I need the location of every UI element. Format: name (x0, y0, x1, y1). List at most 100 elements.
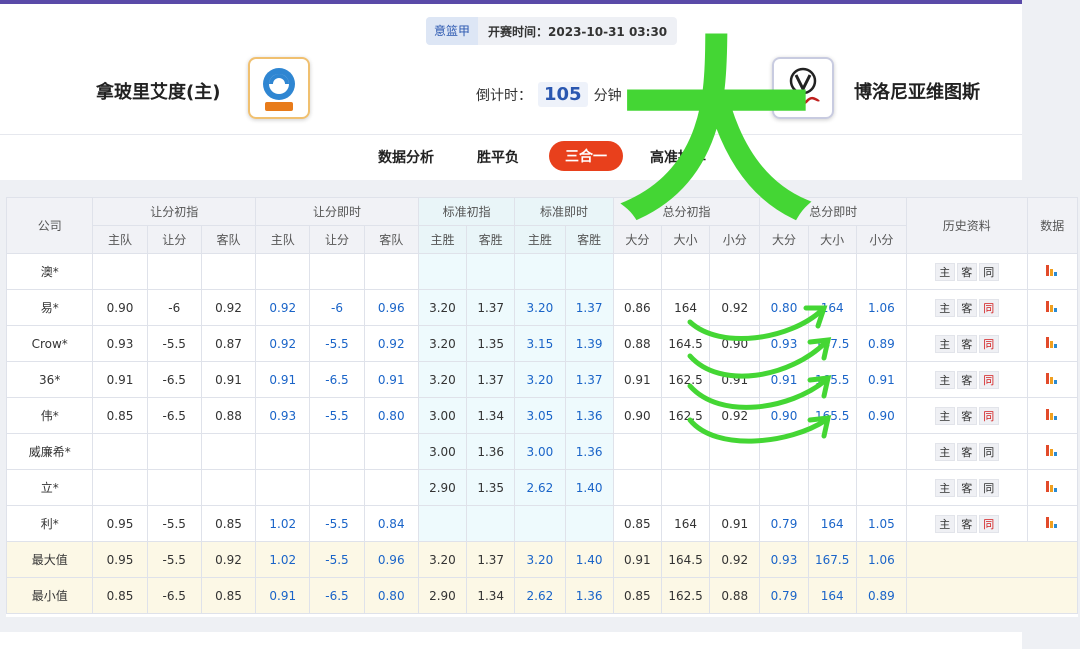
summary-label: 最小值 (5, 577, 94, 614)
cell-total-init: 162.5 (660, 577, 711, 614)
cell-standard-now (564, 253, 614, 290)
cell-total-init (660, 253, 711, 290)
subcol-standard-now-1: 客胜 (564, 225, 614, 254)
cell-handicap-now: 0.92 (255, 289, 311, 326)
history-same-button[interactable]: 同 (978, 370, 999, 389)
bar-chart-icon[interactable] (1046, 372, 1058, 384)
history-same-button[interactable]: 同 (978, 406, 999, 425)
bar-chart-icon[interactable] (1046, 444, 1058, 456)
countdown-label: 倒计时： (476, 87, 532, 104)
cell-total-now: 0.89 (855, 325, 908, 362)
history-home-button[interactable]: 主 (934, 478, 955, 497)
company-name[interactable]: 立* (5, 469, 94, 506)
data-chart-cell[interactable] (1026, 253, 1079, 290)
home-team-logo[interactable] (248, 57, 310, 119)
table-row[interactable]: 36* 0.91 -6.5 0.91 0.91 -6.5 0.91 3.20 1.37 3.20 1… (5, 361, 1079, 398)
data-chart-cell[interactable] (1026, 325, 1079, 362)
table-row[interactable]: 立* 2.90 1.35 2.62 1.40 主客同 (5, 469, 1079, 506)
cell-standard-init: 3.00 (417, 433, 468, 470)
cell-handicap-init: 0.95 (92, 505, 148, 542)
cell-total-init: 0.88 (709, 577, 761, 614)
history-same-button[interactable]: 同 (978, 298, 999, 317)
bar-chart-icon[interactable] (1046, 264, 1058, 276)
history-home-button[interactable]: 主 (934, 334, 955, 353)
tab-three-in-one[interactable]: 三合一 (549, 141, 623, 171)
cell-standard-now (514, 505, 566, 542)
company-name[interactable]: 利* (5, 505, 94, 542)
bar-chart-icon[interactable] (1046, 408, 1058, 420)
history-away-button[interactable]: 客 (956, 262, 977, 281)
cell-standard-init: 2.90 (417, 577, 468, 614)
data-chart-cell[interactable] (1026, 469, 1079, 506)
history-same-button[interactable]: 同 (978, 334, 999, 353)
cell-total-init (612, 433, 662, 470)
history-away-button[interactable]: 客 (956, 442, 977, 461)
table-row[interactable]: 伟* 0.85 -6.5 0.88 0.93 -5.5 0.80 3.00 1.34 3.05 1.… (5, 397, 1079, 434)
history-same-button[interactable]: 同 (978, 442, 999, 461)
history-away-button[interactable]: 客 (956, 406, 977, 425)
cell-handicap-init: -6 (146, 289, 202, 326)
cell-handicap-init (92, 469, 148, 506)
cell-standard-init: 1.37 (466, 361, 516, 398)
history-away-button[interactable]: 客 (956, 478, 977, 497)
table-row[interactable]: 易* 0.90 -6 0.92 0.92 -6 0.96 3.20 1.37 3.20 1.37 0.… (5, 289, 1079, 326)
history-away-button[interactable]: 客 (956, 370, 977, 389)
company-name[interactable]: 威廉希* (5, 433, 94, 470)
cell-handicap-now (255, 253, 311, 290)
history-same-button[interactable]: 同 (978, 514, 999, 533)
cell-total-now: 164 (807, 289, 857, 326)
company-name[interactable]: 澳* (5, 253, 94, 290)
data-chart-cell[interactable] (1026, 361, 1079, 398)
table-row[interactable]: 澳* 主客同 (5, 253, 1079, 290)
company-name[interactable]: 伟* (5, 397, 94, 434)
company-name[interactable]: Crow* (5, 325, 94, 362)
table-row[interactable]: Crow* 0.93 -5.5 0.87 0.92 -5.5 0.92 3.20 1.35 3.1… (5, 325, 1079, 362)
data-chart-cell[interactable] (1026, 397, 1079, 434)
cell-handicap-init (92, 433, 148, 470)
history-home-button[interactable]: 主 (934, 370, 955, 389)
cell-total-init: 0.86 (612, 289, 662, 326)
subcol-total-now-2: 小分 (855, 225, 908, 254)
history-home-button[interactable]: 主 (934, 298, 955, 317)
cell-total-init: 164 (660, 505, 711, 542)
history-away-button[interactable]: 客 (956, 298, 977, 317)
cell-total-now: 0.91 (759, 361, 809, 398)
table-row[interactable]: 利* 0.95 -5.5 0.85 1.02 -5.5 0.84 0.85 164 0.91 0.7… (5, 505, 1079, 542)
data-chart-cell[interactable] (1026, 289, 1079, 326)
league-badge[interactable]: 意篮甲 (426, 17, 479, 45)
tab-data-analysis[interactable]: 数据分析 (378, 147, 434, 167)
data-chart-cell[interactable] (1026, 505, 1079, 542)
home-team-name[interactable]: 拿玻里艾度(主) (96, 78, 220, 104)
history-home-button[interactable]: 主 (934, 262, 955, 281)
bar-chart-icon[interactable] (1046, 300, 1058, 312)
company-name[interactable]: 36* (5, 361, 94, 398)
history-away-button[interactable]: 客 (956, 334, 977, 353)
history-home-button[interactable]: 主 (934, 514, 955, 533)
history-same-button[interactable]: 同 (978, 478, 999, 497)
away-team-name[interactable]: 博洛尼亚维图斯 (854, 78, 980, 104)
cell-handicap-init: 0.93 (92, 325, 148, 362)
cell-handicap-now: 0.91 (255, 361, 311, 398)
cell-handicap-now: -5.5 (309, 541, 365, 578)
tab-win-draw-lose[interactable]: 胜平负 (477, 147, 519, 167)
history-home-button[interactable]: 主 (934, 442, 955, 461)
cell-total-now (759, 253, 809, 290)
table-row[interactable]: 威廉希* 3.00 1.36 3.00 1.36 主客同 (5, 433, 1079, 470)
bar-chart-icon[interactable] (1046, 480, 1058, 492)
history-home-button[interactable]: 主 (934, 406, 955, 425)
history-same-button[interactable]: 同 (978, 262, 999, 281)
cell-total-now: 165.5 (807, 361, 857, 398)
cell-handicap-init (92, 253, 148, 290)
data-chart-cell[interactable] (1026, 433, 1079, 470)
cell-handicap-init: 0.85 (92, 397, 148, 434)
cell-total-now: 164 (807, 577, 857, 614)
cell-handicap-now: 0.91 (255, 577, 311, 614)
col-company: 公司 (5, 197, 94, 254)
group-standard-init: 标准初指 (417, 197, 516, 226)
bar-chart-icon[interactable] (1046, 336, 1058, 348)
cell-handicap-now: 0.93 (255, 397, 311, 434)
cell-total-now: 0.90 (759, 397, 809, 434)
history-away-button[interactable]: 客 (956, 514, 977, 533)
company-name[interactable]: 易* (5, 289, 94, 326)
bar-chart-icon[interactable] (1046, 516, 1058, 528)
